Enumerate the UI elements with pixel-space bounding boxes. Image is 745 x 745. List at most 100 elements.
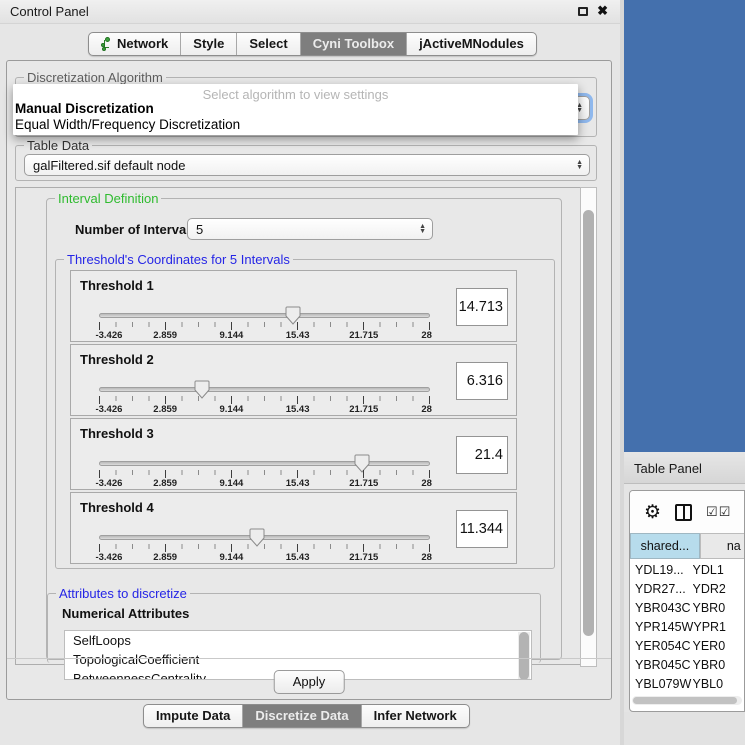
threshold-1-value[interactable]: 14.713 <box>456 288 508 326</box>
table-data-combobox-value: galFiltered.sif default node <box>33 158 185 173</box>
threshold-4-value[interactable]: 11.344 <box>456 510 508 548</box>
table-data-combobox[interactable]: galFiltered.sif default node ▲▼ <box>24 154 590 176</box>
tab-impute-data[interactable]: Impute Data <box>144 705 243 727</box>
apply-button[interactable]: Apply <box>274 670 345 694</box>
float-window-icon[interactable] <box>578 7 588 16</box>
table-row[interactable]: YDR27...YDR2 <box>630 580 744 599</box>
scrollbar-thumb[interactable] <box>633 697 737 704</box>
threshold-4-label: Threshold 4 <box>80 500 154 515</box>
slider-track <box>99 461 430 466</box>
column-layout-icon[interactable] <box>675 504 692 521</box>
network-icon <box>101 37 112 51</box>
tab-network[interactable]: Network <box>89 33 181 55</box>
combo-arrows-icon: ▲▼ <box>576 160 583 170</box>
scrollbar-thumb[interactable] <box>583 210 594 636</box>
threshold-2-slider[interactable]: -3.426 2.859 9.144 15.43 21.715 28 <box>99 383 430 413</box>
dropdown-option-manual-discretization[interactable]: Manual Discretization <box>15 101 154 116</box>
tick-label: 2.859 <box>153 330 177 341</box>
top-tab-bar: Network Style Select Cyni Toolbox jActiv… <box>88 32 537 56</box>
tab-style[interactable]: Style <box>181 33 237 55</box>
divider <box>7 658 611 659</box>
tab-impute-data-label: Impute Data <box>156 708 230 723</box>
settings-scroll-region: Interval Definition Number of Intervals … <box>15 187 597 665</box>
control-panel-titlebar: Control Panel ✖ <box>0 0 620 24</box>
tick-label: 28 <box>421 552 432 563</box>
slider-track <box>99 535 430 540</box>
list-item[interactable]: SelfLoops <box>65 631 531 650</box>
threshold-3-value[interactable]: 21.4 <box>456 436 508 474</box>
table-row[interactable]: YBR045CYBR0 <box>630 656 744 675</box>
table-data-group: Table Data galFiltered.sif default node … <box>15 145 597 181</box>
tab-infer-network-label: Infer Network <box>374 708 457 723</box>
tick-label: 2.859 <box>153 478 177 489</box>
gear-icon[interactable]: ⚙ <box>644 503 661 522</box>
threshold-3-label: Threshold 3 <box>80 426 154 441</box>
slider-track <box>99 313 430 318</box>
panel-title: Control Panel <box>10 4 89 19</box>
network-view-frame: GAL80 G C GAL11 GAL4 GCY1 H HAP2 <box>624 0 745 452</box>
attributes-group-title: Attributes to discretize <box>56 586 190 601</box>
dropdown-prompt-option[interactable]: Select algorithm to view settings <box>13 87 578 102</box>
tab-jactivemnodules-label: jActiveMNodules <box>419 36 524 51</box>
select-columns-icon[interactable]: ☑☑ <box>706 504 731 520</box>
threshold-1-slider[interactable]: -3.426 2.859 9.144 15.43 21.715 28 <box>99 309 430 339</box>
tick-label: 21.715 <box>349 330 378 341</box>
tick-label: -3.426 <box>95 478 122 489</box>
number-of-intervals-spinner[interactable]: 5 ▲▼ <box>187 218 433 240</box>
slider-tick-labels: -3.426 2.859 9.144 15.43 21.715 28 <box>99 330 430 340</box>
tab-discretize-data-label: Discretize Data <box>255 708 348 723</box>
tick-label: -3.426 <box>95 330 122 341</box>
cyni-content-panel: Discretization Algorithm ▲▼ Table Data g… <box>6 60 612 700</box>
control-panel: Control Panel ✖ Network Style Select Cyn… <box>0 0 620 745</box>
tick-label: 15.43 <box>286 552 310 563</box>
list-scrollbar[interactable] <box>518 632 530 680</box>
thresholds-group: Threshold's Coordinates for 5 Intervals … <box>55 259 555 569</box>
bottom-tab-bar: Impute Data Discretize Data Infer Networ… <box>143 704 470 728</box>
table-row[interactable]: YBL079WYBL0 <box>630 675 744 694</box>
number-of-intervals-label: Number of Intervals <box>75 222 197 237</box>
tick-label: 9.144 <box>220 330 244 341</box>
slider-track <box>99 387 430 392</box>
table-row[interactable]: YBR043CYBR0 <box>630 599 744 618</box>
table-row[interactable]: YER054CYER0 <box>630 637 744 656</box>
tick-label: -3.426 <box>95 552 122 563</box>
column-header-shared-name[interactable]: shared... <box>630 533 700 559</box>
tab-infer-network[interactable]: Infer Network <box>362 705 469 727</box>
tab-discretize-data[interactable]: Discretize Data <box>243 705 361 727</box>
column-header-name[interactable]: na <box>700 533 745 559</box>
tick-label: 2.859 <box>153 552 177 563</box>
table-row[interactable]: YPR145WYPR1 <box>630 618 744 637</box>
tab-select-label: Select <box>249 36 287 51</box>
table-panel-titlebar: Table Panel <box>624 452 745 484</box>
attributes-group: Attributes to discretize Numerical Attri… <box>47 593 541 663</box>
dropdown-option-equal-width-frequency[interactable]: Equal Width/Frequency Discretization <box>15 117 240 132</box>
threshold-3-slider[interactable]: -3.426 2.859 9.144 15.43 21.715 28 <box>99 457 430 487</box>
table-row[interactable]: YDL19...YDL1 <box>630 561 744 580</box>
table-horizontal-scrollbar[interactable] <box>632 696 742 705</box>
discretization-algorithm-group-title: Discretization Algorithm <box>24 70 166 85</box>
tick-label: 2.859 <box>153 404 177 415</box>
slider-ticks <box>99 396 431 404</box>
tick-label: 21.715 <box>349 552 378 563</box>
tab-jactivemnodules[interactable]: jActiveMNodules <box>407 33 536 55</box>
table-panel-title: Table Panel <box>634 461 702 476</box>
empty-area <box>624 712 745 745</box>
tab-cyni-toolbox-label: Cyni Toolbox <box>313 36 394 51</box>
table-toolbar: ⚙ ☑☑ <box>630 491 744 533</box>
numerical-attributes-label: Numerical Attributes <box>62 606 189 621</box>
tab-style-label: Style <box>193 36 224 51</box>
threshold-2-value[interactable]: 6.316 <box>456 362 508 400</box>
tick-label: 28 <box>421 330 432 341</box>
tick-label: 28 <box>421 404 432 415</box>
number-of-intervals-value: 5 <box>196 222 203 237</box>
close-icon[interactable]: ✖ <box>597 3 608 19</box>
slider-ticks <box>99 470 431 478</box>
tick-label: 28 <box>421 478 432 489</box>
tab-select[interactable]: Select <box>237 33 300 55</box>
threshold-4-slider[interactable]: -3.426 2.859 9.144 15.43 21.715 28 <box>99 531 430 561</box>
table-header: shared... na <box>630 533 745 559</box>
settings-scrollbar[interactable] <box>580 187 597 667</box>
tab-cyni-toolbox[interactable]: Cyni Toolbox <box>301 33 407 55</box>
slider-ticks <box>99 322 431 330</box>
list-item[interactable]: TopologicalCoefficient <box>65 650 531 669</box>
